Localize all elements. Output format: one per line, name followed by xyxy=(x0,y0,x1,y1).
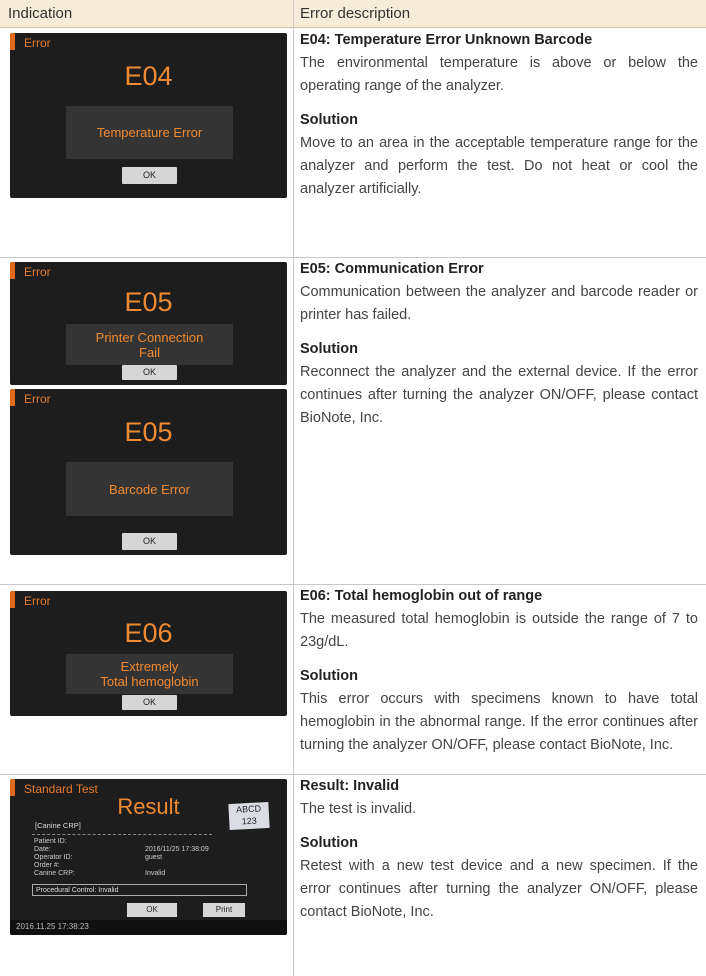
invalid-description: The test is invalid. xyxy=(300,801,417,817)
field-label: Order #: xyxy=(34,862,60,869)
e06-description: The measured total hemoglobin is outside… xyxy=(300,611,698,650)
screen-accent-bar xyxy=(10,33,15,50)
header-error-description: Error description xyxy=(300,5,411,22)
screen-accent-bar xyxy=(10,389,15,406)
screen-title: Error xyxy=(24,265,51,279)
e04-error-screen: Error E04 Temperature Error OK xyxy=(10,33,287,198)
result-invalid-screen: Standard Test Result ABCD 123 [Canine CR… xyxy=(10,779,287,935)
ok-button[interactable]: OK xyxy=(122,533,177,550)
error-message-box: Printer Connection Fail xyxy=(66,324,233,365)
column-divider xyxy=(293,0,294,976)
procedural-control-status: Procedural Control: Invalid xyxy=(32,884,247,896)
field-label: Date: xyxy=(34,846,51,853)
e05-barcode-error-screen: Error E05 Barcode Error OK xyxy=(10,389,287,555)
error-message-line-2: Fail xyxy=(139,345,160,360)
status-timestamp: 2016.11.25 17:38:23 xyxy=(16,922,89,931)
field-value: 2016/11/25 17:38:09 xyxy=(145,846,209,853)
error-code: E04 xyxy=(124,61,173,91)
e05-solution: Reconnect the analyzer and the external … xyxy=(300,364,698,426)
error-message-line-1: Printer Connection xyxy=(95,330,204,345)
e05-description-cell: E05: Communication Error Communication b… xyxy=(300,258,698,430)
error-code: E05 xyxy=(124,417,173,447)
test-name: [Canine CRP] xyxy=(35,821,81,830)
barcode-label-image: ABCD 123 xyxy=(228,801,270,831)
error-message: Barcode Error xyxy=(109,482,190,497)
header-indication: Indication xyxy=(8,5,73,22)
invalid-heading: Result: Invalid xyxy=(300,778,400,794)
error-message-box: Extremely Total hemoglobin xyxy=(66,654,233,694)
screen-title: Error xyxy=(24,594,51,608)
e04-description-cell: E04: Temperature Error Unknown Barcode T… xyxy=(300,29,698,201)
e06-solution: This error occurs with specimens known t… xyxy=(300,691,698,753)
e05-description: Communication between the analyzer and b… xyxy=(300,284,698,323)
field-value: Invalid xyxy=(145,870,166,877)
e04-heading: E04: Temperature Error Unknown Barcode xyxy=(300,32,593,48)
e04-description: The environmental temperature is above o… xyxy=(300,55,698,94)
screen-accent-bar xyxy=(10,262,15,279)
screen-title: Error xyxy=(24,36,51,50)
error-message-line-2: Total hemoglobin xyxy=(100,674,199,689)
e06-solution-label: Solution xyxy=(300,668,358,684)
ok-button[interactable]: OK xyxy=(122,695,177,710)
error-message-box: Temperature Error xyxy=(66,106,233,159)
error-message: Temperature Error xyxy=(96,125,203,140)
e05-solution-label: Solution xyxy=(300,341,358,357)
e04-solution: Move to an area in the acceptable temper… xyxy=(300,135,698,197)
print-button[interactable]: Print xyxy=(203,903,245,917)
ok-button[interactable]: OK xyxy=(127,903,177,917)
barcode-label-line-2: 123 xyxy=(241,815,258,827)
e05-printer-error-screen: Error E05 Printer Connection Fail OK xyxy=(10,262,287,385)
ok-button[interactable]: OK xyxy=(122,365,177,380)
error-code: E06 xyxy=(124,618,173,648)
dashed-divider xyxy=(32,834,212,835)
status-bar: 2016.11.25 17:38:23 xyxy=(10,920,287,935)
invalid-solution-label: Solution xyxy=(300,835,358,851)
field-value: guest xyxy=(145,854,163,861)
e04-solution-label: Solution xyxy=(300,112,358,128)
field-label: Canine CRP: xyxy=(34,870,75,877)
error-code: E05 xyxy=(124,287,173,317)
table-header: Indication Error description xyxy=(0,0,706,28)
e06-error-screen: Error E06 Extremely Total hemoglobin OK xyxy=(10,591,287,716)
e05-heading: E05: Communication Error xyxy=(300,261,484,277)
invalid-solution: Retest with a new test device and a new … xyxy=(300,858,698,920)
field-label: Operator ID: xyxy=(34,854,73,861)
error-message-line-1: Extremely xyxy=(120,659,179,674)
ok-button[interactable]: OK xyxy=(122,167,177,184)
field-label: Patient ID: xyxy=(34,838,67,845)
e06-description-cell: E06: Total hemoglobin out of range The m… xyxy=(300,585,698,757)
error-message-box: Barcode Error xyxy=(66,462,233,516)
screen-accent-bar xyxy=(10,591,15,608)
screen-title: Error xyxy=(24,392,51,406)
e06-heading: E06: Total hemoglobin out of range xyxy=(300,588,543,604)
invalid-description-cell: Result: Invalid The test is invalid. Sol… xyxy=(300,775,698,924)
